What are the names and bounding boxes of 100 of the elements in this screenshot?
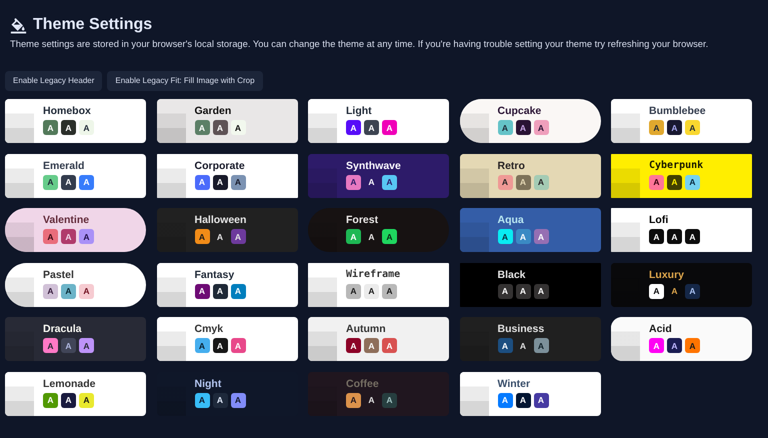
swatch-letter: A	[216, 177, 224, 187]
theme-card[interactable]: Coffee A A A	[308, 372, 449, 416]
swatch-letter: A	[234, 286, 242, 296]
swatch-letter: A	[350, 395, 357, 405]
theme-card[interactable]: Homebox A A A	[5, 99, 146, 143]
theme-card[interactable]: Halloween A A A	[156, 208, 298, 252]
theme-name: Homebox	[43, 105, 92, 117]
swatch-letter: A	[83, 177, 90, 187]
swatch-letter: A	[520, 340, 526, 350]
theme-card[interactable]: Dracula A A A	[5, 317, 146, 361]
theme-card[interactable]: Wireframe A A A	[308, 262, 449, 306]
swatch-letter: A	[234, 340, 242, 350]
swatch-letter: A	[386, 122, 393, 132]
theme-card[interactable]: Pastel A A A	[5, 262, 146, 306]
theme-card[interactable]: Fantasy A A A	[156, 262, 298, 306]
swatch-letter: A	[502, 232, 508, 242]
theme-card[interactable]: Synthwave A A A	[308, 154, 449, 198]
swatch-letter: A	[386, 340, 393, 350]
theme-card[interactable]: Lemonade A A A	[5, 372, 146, 416]
swatch-letter: A	[234, 232, 242, 242]
theme-card[interactable]: Autumn A A A	[308, 317, 449, 361]
swatch-letter: A	[198, 286, 206, 296]
swatch-letter: A	[671, 177, 678, 187]
swatch-letter: A	[689, 122, 696, 132]
theme-name: Dracula	[43, 323, 83, 335]
theme-name: Cupcake	[498, 105, 542, 117]
swatch-letter: A	[350, 340, 357, 350]
swatch-letter: A	[689, 286, 696, 296]
swatch-letter: A	[538, 122, 544, 132]
theme-card[interactable]: Business A A A	[460, 317, 600, 361]
theme-name: Lemonade	[43, 378, 96, 390]
theme-card[interactable]: Cupcake A A A	[460, 99, 600, 143]
theme-name: Corporate	[194, 160, 246, 172]
theme-card[interactable]: Garden A A A	[156, 99, 298, 143]
theme-card[interactable]: Corporate A A A	[156, 154, 298, 198]
swatch-letter: A	[198, 395, 206, 405]
swatch-letter: A	[83, 232, 90, 242]
swatch-letter: A	[216, 122, 224, 132]
theme-card[interactable]: Winter A A A	[460, 372, 600, 416]
theme-card[interactable]: Cmyk A A A	[156, 317, 298, 361]
swatch-letter: A	[671, 340, 678, 350]
swatch-letter: A	[198, 122, 206, 132]
swatch-letter: A	[83, 122, 90, 132]
toggle-button[interactable]: Enable Legacy Header	[5, 71, 102, 91]
theme-card[interactable]: Cyberpunk A A A	[611, 154, 752, 198]
swatch-letter: A	[520, 122, 526, 132]
swatch-letter: A	[502, 122, 508, 132]
swatch-letter: A	[671, 286, 678, 296]
swatch-letter: A	[83, 340, 90, 350]
swatch-letter: A	[520, 395, 526, 405]
swatch-letter: A	[198, 232, 206, 242]
theme-name: Forest	[346, 214, 380, 226]
theme-name: Retro	[498, 160, 526, 172]
paint-bucket-icon	[10, 16, 27, 34]
swatch-letter: A	[83, 395, 90, 405]
swatch-letter: A	[368, 122, 375, 132]
swatch-letter: A	[216, 286, 224, 296]
theme-card[interactable]: Lofi A A A	[611, 208, 752, 252]
theme-card[interactable]: Aqua A A A	[460, 208, 600, 252]
theme-name: Autumn	[346, 323, 387, 335]
theme-name: Pastel	[43, 268, 75, 280]
swatch-letter: A	[47, 340, 54, 350]
swatch-letter: A	[368, 395, 375, 405]
swatch-letter: A	[653, 286, 660, 296]
page-title: Theme Settings	[33, 16, 152, 34]
theme-card[interactable]: Retro A A A	[460, 154, 600, 198]
swatch-letter: A	[234, 395, 242, 405]
swatch-letter: A	[350, 177, 357, 187]
swatch-letter: A	[538, 395, 544, 405]
swatch-letter: A	[47, 232, 54, 242]
theme-card[interactable]: Light A A A	[308, 99, 449, 143]
theme-name: Bumblebee	[649, 105, 706, 117]
swatch-letter: A	[47, 122, 54, 132]
swatch-letter: A	[83, 286, 90, 296]
theme-name: Light	[346, 105, 373, 117]
theme-card[interactable]: Bumblebee A A A	[611, 99, 752, 143]
swatch-letter: A	[671, 232, 678, 242]
swatch-letter: A	[653, 232, 660, 242]
theme-card[interactable]: Forest A A A	[308, 208, 449, 252]
theme-card[interactable]: Emerald A A A	[5, 154, 146, 198]
swatch-letter: A	[65, 340, 72, 350]
swatch-letter: A	[689, 177, 696, 187]
swatch-letter: A	[65, 177, 72, 187]
swatch-letter: A	[671, 122, 678, 132]
swatch-letter: A	[502, 286, 508, 296]
theme-name: Coffee	[346, 378, 380, 390]
swatch-letter: A	[47, 286, 54, 296]
theme-card[interactable]: Acid A A A	[611, 317, 752, 361]
swatch-letter: A	[368, 177, 375, 187]
theme-name: Cmyk	[194, 323, 224, 335]
theme-name: Night	[194, 378, 222, 390]
theme-name: Aqua	[498, 214, 525, 226]
theme-card[interactable]: Luxury A A A	[611, 262, 752, 306]
swatch-letter: A	[47, 177, 54, 187]
toggle-button[interactable]: Enable Legacy Fit: Fill Image with Crop	[107, 71, 263, 91]
theme-name: Synthwave	[346, 160, 401, 172]
swatch-letter: A	[234, 122, 242, 132]
theme-card[interactable]: Valentine A A A	[5, 208, 146, 252]
theme-name: Lofi	[649, 214, 670, 226]
theme-name: Winter	[498, 378, 532, 390]
